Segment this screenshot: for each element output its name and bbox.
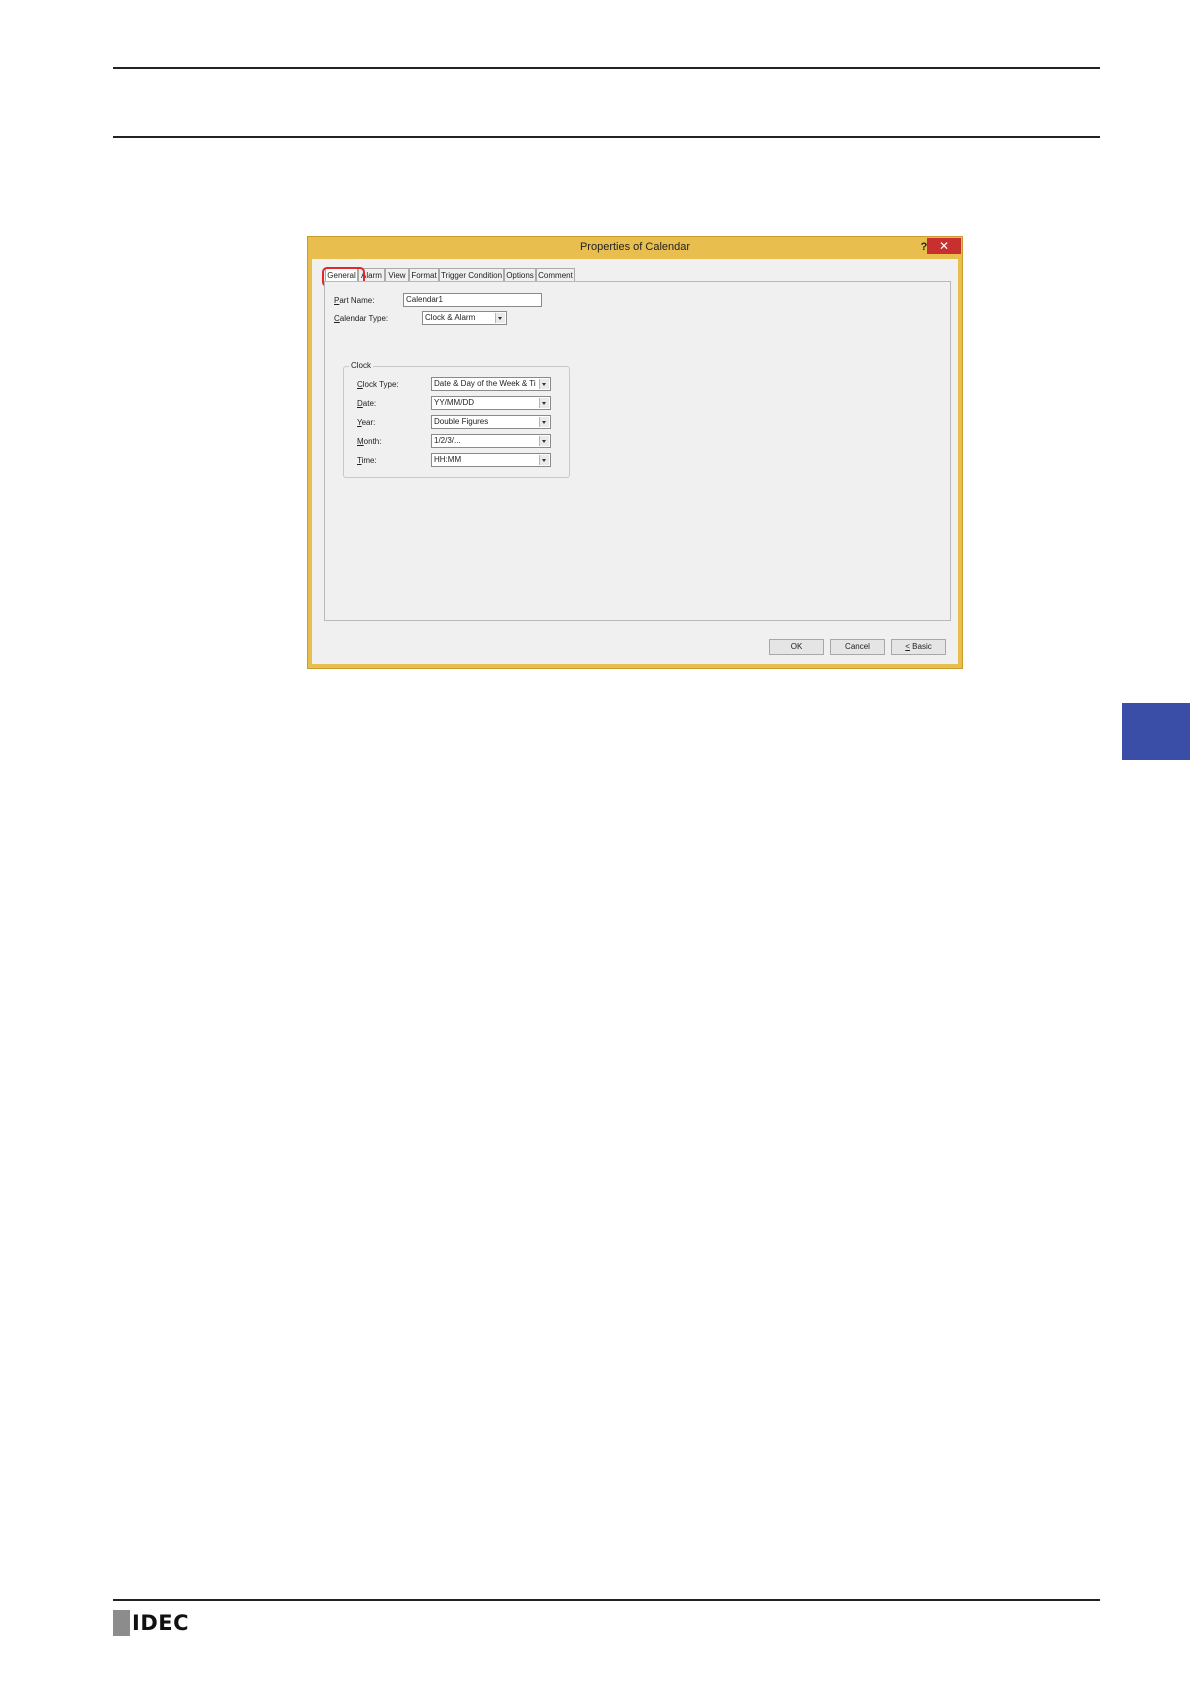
time-select[interactable]: HH:MM [431, 453, 551, 467]
chevron-down-icon [539, 398, 549, 408]
clock-group: Clock Clock Type: Date & Day of the Week… [343, 361, 570, 478]
logo-text: IDEC [132, 1611, 190, 1635]
clock-type-label: Clock Type: [357, 380, 399, 389]
clock-group-title: Clock [349, 361, 374, 370]
date-select[interactable]: YY/MM/DD [431, 396, 551, 410]
chapter-side-tab [1122, 703, 1190, 760]
header-rule-top [113, 67, 1100, 69]
calendar-type-select[interactable]: Clock & Alarm [422, 311, 507, 325]
idec-logo: IDEC [113, 1610, 189, 1636]
close-button[interactable]: ✕ [927, 238, 961, 254]
basic-button[interactable]: < Basic [891, 639, 946, 655]
dialog-client: General Alarm View Format Trigger Condit… [312, 259, 958, 664]
tab-trigger-condition[interactable]: Trigger Condition [439, 268, 504, 281]
chevron-down-icon [539, 379, 549, 389]
dialog-title: Properties of Calendar [579, 241, 691, 253]
cancel-button[interactable]: Cancel [830, 639, 885, 655]
date-label: Date: [357, 399, 377, 408]
part-name-input[interactable]: Calendar1 [403, 293, 542, 307]
part-name-label: Part Name: [334, 296, 375, 305]
tab-view[interactable]: View [385, 268, 409, 281]
year-select[interactable]: Double Figures [431, 415, 551, 429]
logo-bar-icon [113, 1610, 130, 1636]
footer-rule [113, 1599, 1100, 1601]
chevron-down-icon [495, 313, 505, 323]
year-label: Year: [357, 418, 376, 427]
clock-type-select[interactable]: Date & Day of the Week & Ti [431, 377, 551, 391]
properties-dialog: Properties of Calendar ? ✕ General Alarm… [307, 236, 963, 669]
general-tab-panel: Part Name: Calendar1 Calendar Type: Cloc… [324, 281, 951, 621]
header-rule-bottom [113, 136, 1100, 138]
chevron-down-icon [539, 436, 549, 446]
chevron-down-icon [539, 455, 549, 465]
chevron-down-icon [539, 417, 549, 427]
title-bar[interactable]: Properties of Calendar ? ✕ [308, 237, 962, 259]
time-label: Time: [357, 456, 377, 465]
tab-comment[interactable]: Comment [536, 268, 575, 281]
month-label: Month: [357, 437, 382, 446]
tab-options[interactable]: Options [504, 268, 536, 281]
ok-button[interactable]: OK [769, 639, 824, 655]
calendar-type-label: Calendar Type: [334, 314, 389, 323]
month-select[interactable]: 1/2/3/... [431, 434, 551, 448]
tab-format[interactable]: Format [409, 268, 439, 281]
